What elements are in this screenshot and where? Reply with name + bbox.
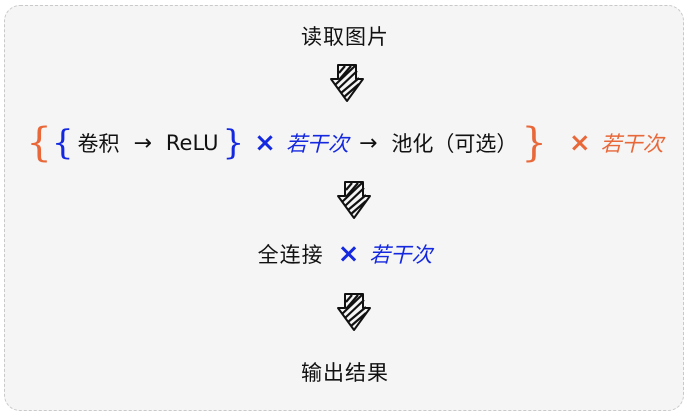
step-output-result: 输出结果	[301, 361, 389, 385]
step-conv: 卷积	[77, 132, 120, 156]
row-output: 输出结果	[0, 354, 690, 390]
row-fc: 全连接 × 若干次	[0, 236, 690, 272]
outer-left-brace: {	[26, 120, 52, 166]
step-fully-connected: 全连接	[257, 243, 324, 267]
outer-right-brace: }	[521, 120, 547, 166]
step-pool: 池化（可选）	[391, 132, 518, 156]
hatched-down-arrow-icon	[330, 64, 364, 102]
repeat-label: 若干次	[285, 132, 349, 156]
inner-right-brace: }	[222, 123, 245, 163]
repeat-label: 若干次	[369, 243, 433, 267]
times-symbol: ×	[254, 128, 276, 158]
flow-arrow: →	[133, 130, 152, 156]
inner-left-brace: {	[51, 123, 74, 163]
flow-arrow: →	[358, 130, 378, 156]
row-conv-block: { { 卷积 → ReLU } × 若干次 → 池化（可选） } × 若干次	[0, 118, 690, 168]
hatched-down-arrow-icon	[337, 181, 371, 219]
times-symbol: ×	[337, 239, 360, 269]
repeat-label: 若干次	[600, 132, 664, 156]
times-symbol: ×	[568, 128, 591, 158]
step-read-image: 读取图片	[301, 25, 389, 49]
row-read: 读取图片	[0, 20, 690, 52]
step-relu: ReLU	[165, 131, 219, 155]
hatched-down-arrow-icon	[337, 293, 371, 331]
